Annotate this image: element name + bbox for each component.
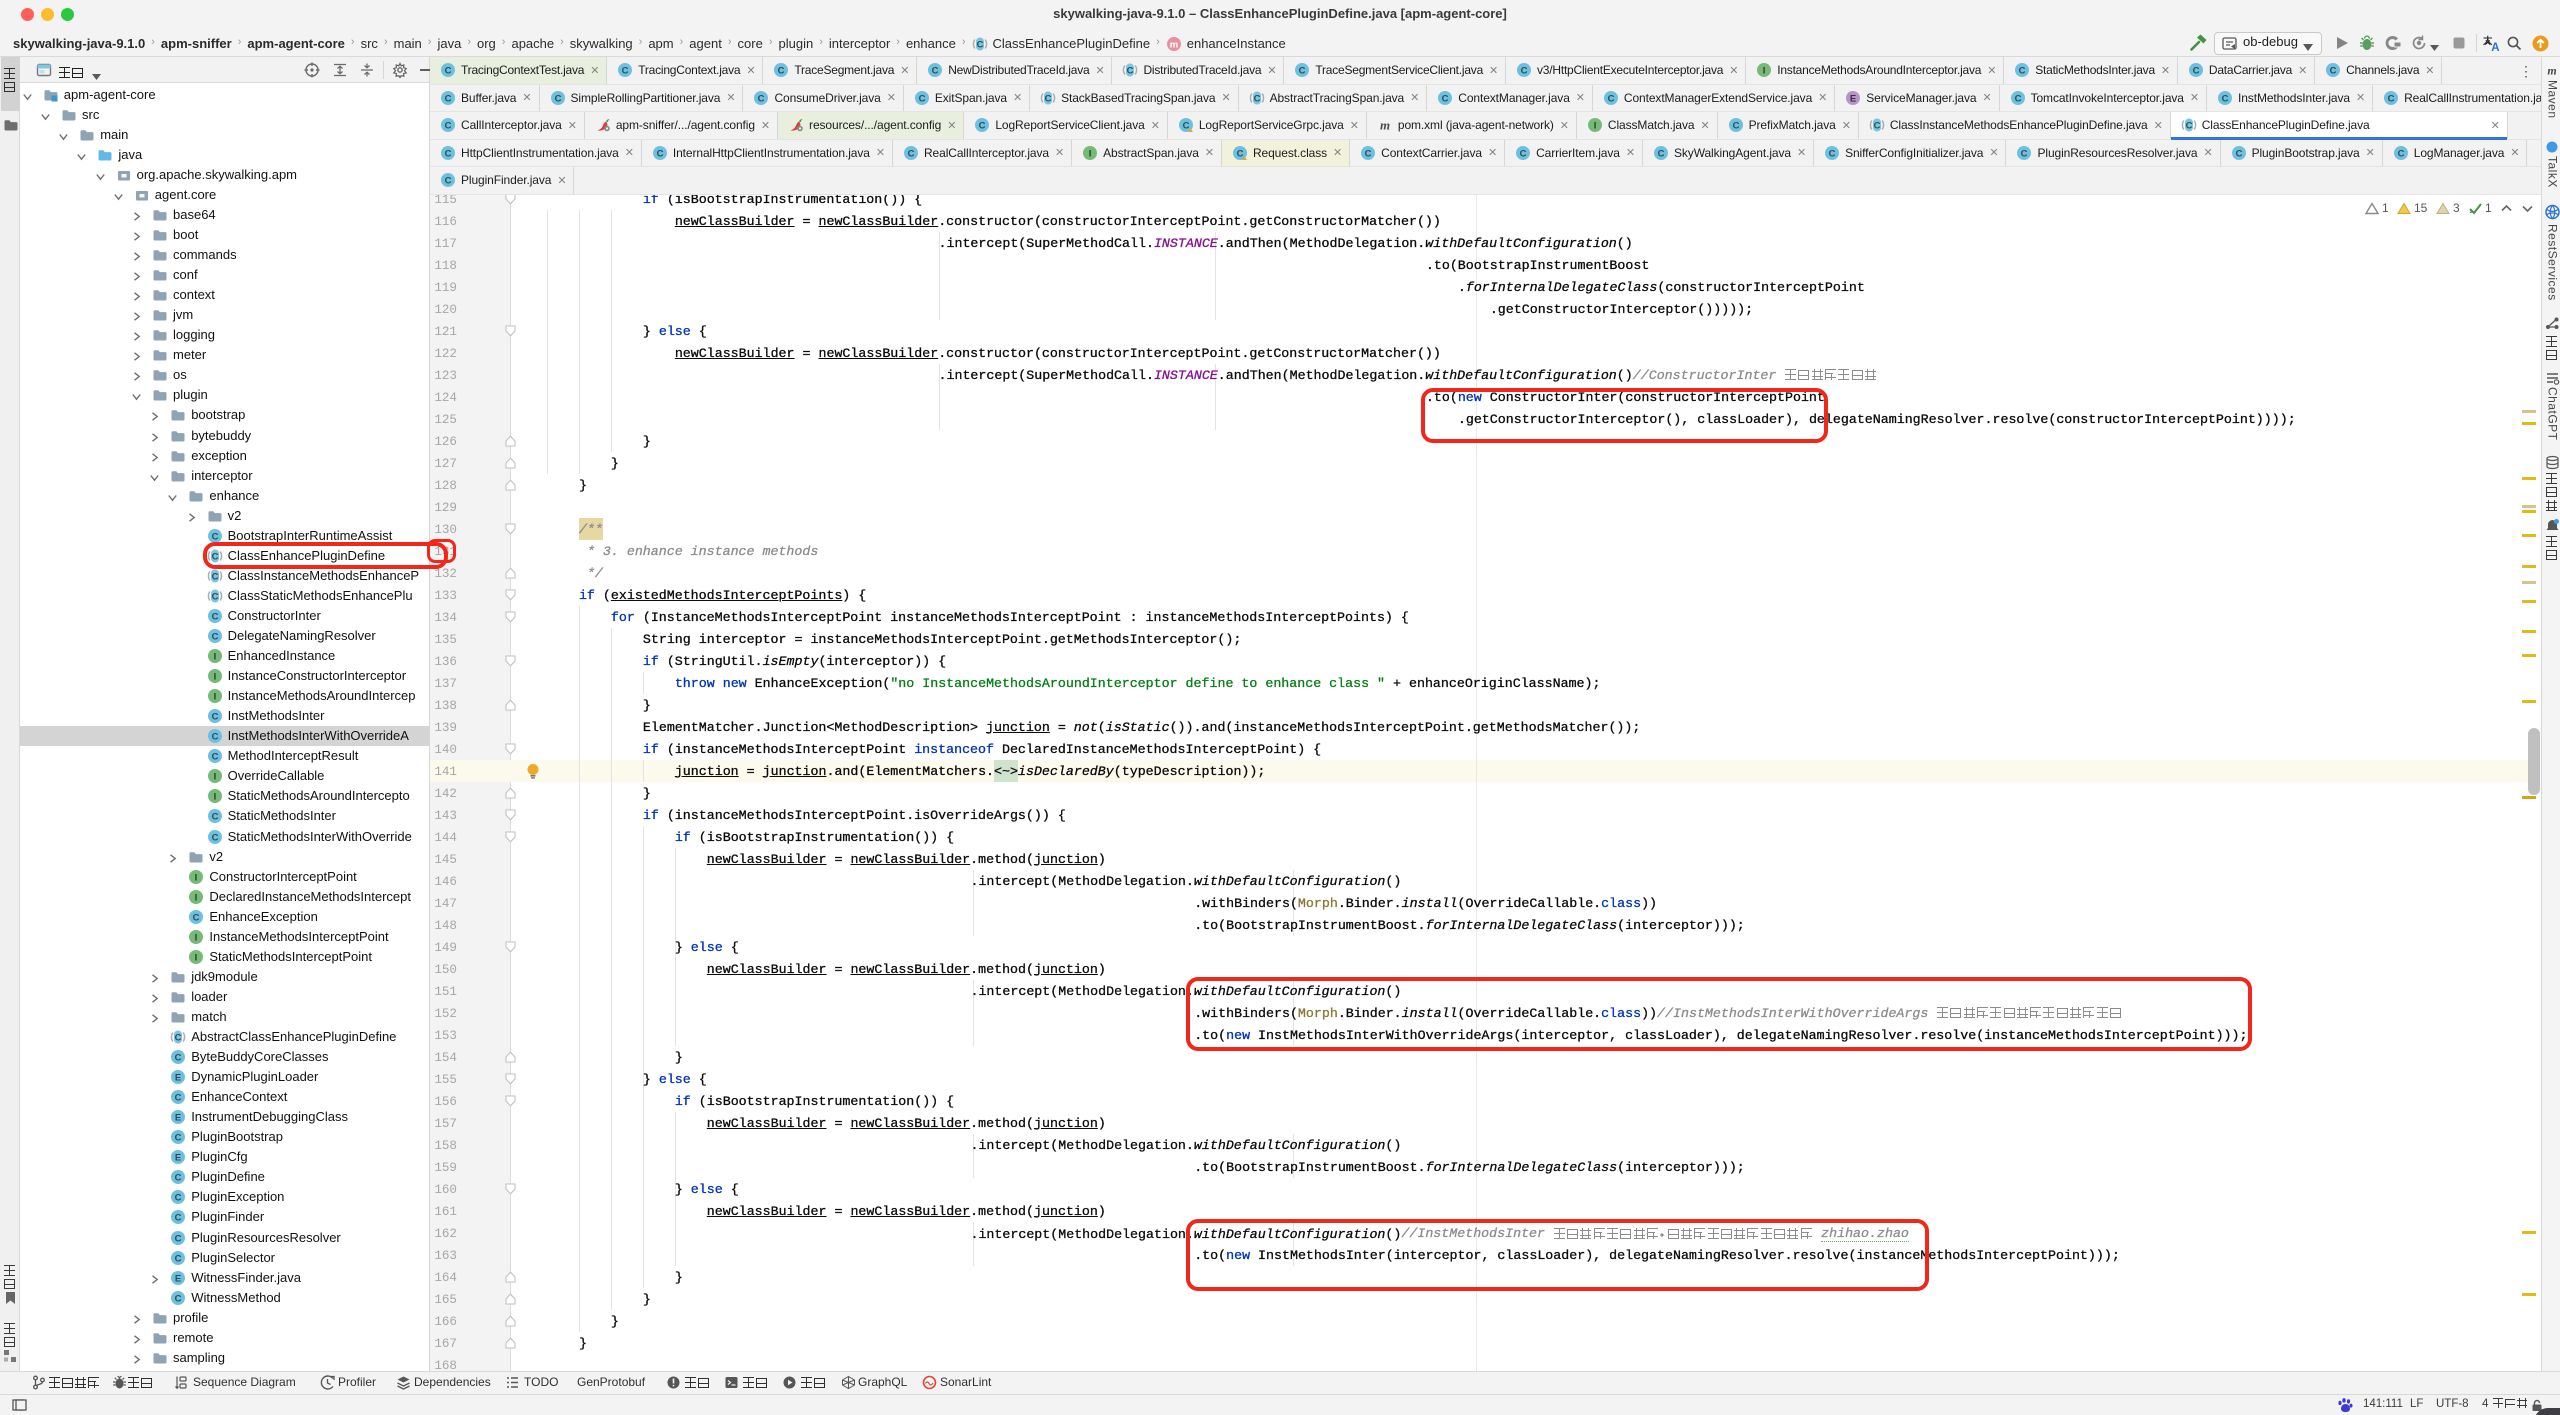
svg-text:C: C (2222, 93, 2229, 104)
svg-text:C: C (1442, 93, 1449, 104)
svg-text:C: C (976, 40, 983, 51)
svg-text:C: C (445, 148, 452, 159)
svg-text:I: I (1763, 66, 1765, 77)
svg-text:C: C (2397, 148, 2404, 159)
svg-text:C: C (778, 66, 785, 77)
svg-text:C: C (445, 176, 452, 187)
svg-text:C: C (2185, 121, 2192, 132)
svg-text:I: I (1089, 148, 1092, 159)
svg-text:C: C (1520, 148, 1527, 159)
svg-text:C: C (1045, 93, 1052, 104)
svg-text:C: C (2193, 66, 2200, 77)
svg-text:m: m (2547, 64, 2556, 78)
svg-text:C: C (932, 66, 939, 77)
svg-text:C: C (2021, 148, 2028, 159)
svg-text:C: C (1237, 148, 1244, 159)
svg-text:C: C (1658, 148, 1665, 159)
svg-text:I: I (1594, 121, 1597, 132)
svg-text:C: C (1365, 148, 1372, 159)
svg-text:A: A (2491, 42, 2499, 51)
svg-text:C: C (2388, 93, 2395, 104)
svg-text:C: C (1873, 121, 1880, 132)
svg-text:m: m (1380, 118, 1390, 133)
svg-text:C: C (445, 93, 452, 104)
svg-text:C: C (908, 148, 915, 159)
svg-text:E: E (1850, 93, 1856, 104)
svg-text:C: C (445, 66, 452, 77)
svg-text:C: C (622, 66, 629, 77)
svg-text:C: C (1127, 66, 1134, 77)
svg-text:m: m (1170, 40, 1178, 51)
svg-text:C: C (2330, 66, 2337, 77)
svg-text:C: C (1829, 148, 1836, 159)
svg-text:C: C (2235, 148, 2242, 159)
svg-text:C: C (1299, 66, 1306, 77)
svg-text:C: C (2019, 66, 2026, 77)
svg-text:C: C (979, 121, 986, 132)
svg-text:C: C (554, 93, 561, 104)
svg-text:C: C (1732, 121, 1739, 132)
svg-text:C: C (1253, 93, 1260, 104)
svg-text:C: C (656, 148, 663, 159)
svg-text:C: C (445, 121, 452, 132)
svg-text:C: C (2014, 93, 2021, 104)
svg-text:C: C (1608, 93, 1615, 104)
svg-text:C: C (1521, 66, 1528, 77)
svg-text:C: C (758, 93, 765, 104)
svg-text:C: C (918, 93, 925, 104)
svg-text:C: C (1182, 121, 1189, 132)
